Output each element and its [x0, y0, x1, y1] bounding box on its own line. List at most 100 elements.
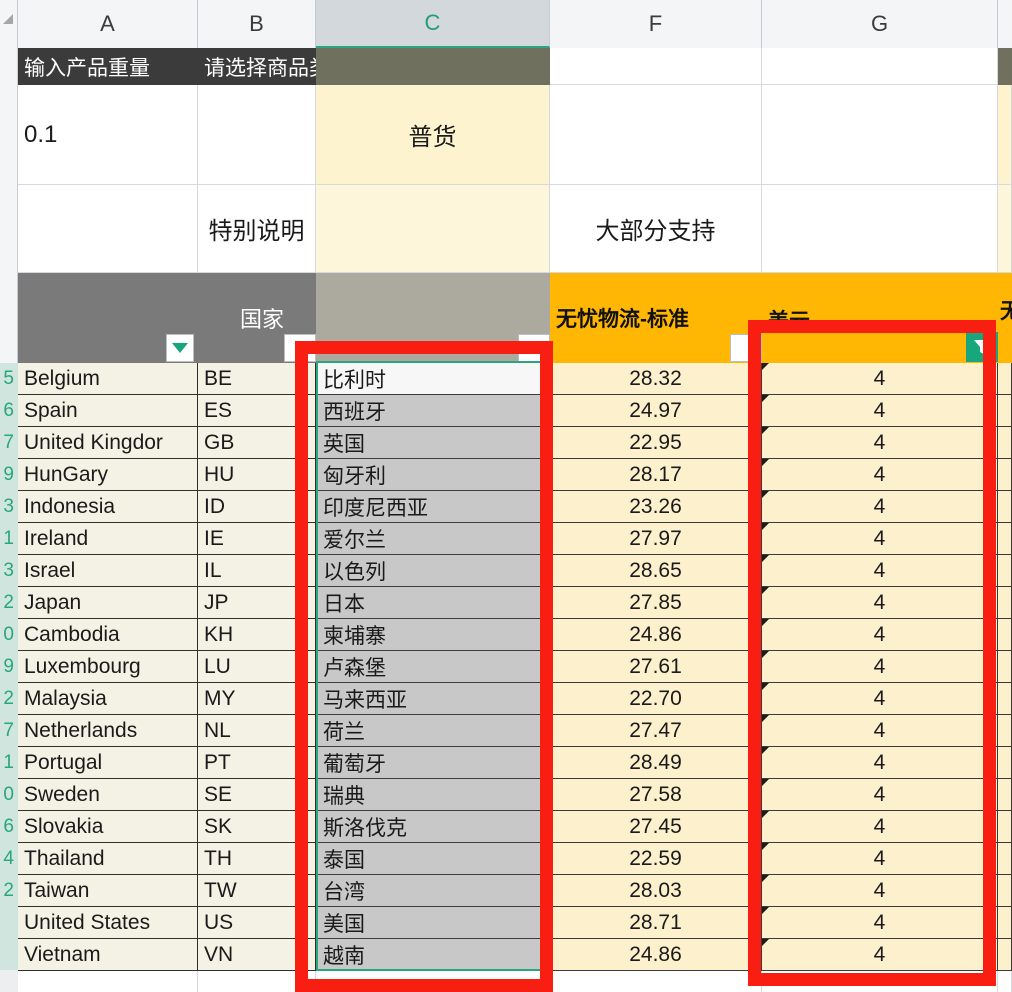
- row-number[interactable]: 7: [0, 715, 16, 747]
- cell-price[interactable]: 27.45: [550, 811, 762, 843]
- banner-value-b[interactable]: [198, 85, 316, 185]
- cell-country-en[interactable]: Netherlands: [18, 715, 198, 747]
- cell-next-col-partial[interactable]: [998, 523, 1012, 555]
- cell-empty-trailing[interactable]: [998, 971, 1012, 992]
- row-number[interactable]: 6: [0, 811, 16, 843]
- cell-country-code[interactable]: PT: [198, 747, 316, 779]
- row-number[interactable]: 3: [0, 491, 16, 523]
- cell-country-cn[interactable]: 印度尼西亚: [316, 491, 550, 523]
- cell-quantity[interactable]: 4: [762, 843, 998, 875]
- cell-quantity[interactable]: 4: [762, 619, 998, 651]
- cell-next-col-partial[interactable]: [998, 747, 1012, 779]
- row-number[interactable]: 2: [0, 587, 16, 619]
- row-number[interactable]: 1: [0, 747, 16, 779]
- cell-price[interactable]: 28.17: [550, 459, 762, 491]
- column-header-c[interactable]: C: [316, 0, 550, 48]
- cell-empty-trailing[interactable]: [550, 971, 762, 992]
- cell-country-cn[interactable]: 斯洛伐克: [316, 811, 550, 843]
- cell-country-en[interactable]: Israel: [18, 555, 198, 587]
- column-header-a[interactable]: A: [18, 0, 198, 48]
- cell-next-col-partial[interactable]: [998, 491, 1012, 523]
- row-number[interactable]: 9: [0, 459, 16, 491]
- cell-price[interactable]: 28.71: [550, 907, 762, 939]
- cell-price[interactable]: 24.97: [550, 395, 762, 427]
- cell-next-col-partial[interactable]: [998, 939, 1012, 971]
- cell-country-code[interactable]: MY: [198, 683, 316, 715]
- cell-quantity[interactable]: 4: [762, 491, 998, 523]
- cell-empty-trailing[interactable]: [198, 971, 316, 992]
- column-header-f[interactable]: F: [550, 0, 762, 48]
- cell-price[interactable]: 24.86: [550, 619, 762, 651]
- cell-quantity[interactable]: 4: [762, 715, 998, 747]
- cell-next-col-partial[interactable]: [998, 395, 1012, 427]
- cell-price[interactable]: 27.85: [550, 587, 762, 619]
- filter-dropdown-button-code[interactable]: [284, 334, 316, 362]
- cell-next-col-partial[interactable]: [998, 907, 1012, 939]
- cell-next-col-partial[interactable]: [998, 363, 1012, 395]
- cell-country-code[interactable]: VN: [198, 939, 316, 971]
- banner-value-f[interactable]: [550, 85, 762, 185]
- row-number[interactable]: 2: [0, 683, 16, 715]
- cell-country-cn[interactable]: 卢森堡: [316, 651, 550, 683]
- cell-next-col-partial[interactable]: [998, 811, 1012, 843]
- filter-dropdown-button-country[interactable]: [166, 334, 194, 362]
- cell-country-en[interactable]: Portugal: [18, 747, 198, 779]
- banner-value-g[interactable]: [762, 85, 998, 185]
- cell-country-cn[interactable]: 以色列: [316, 555, 550, 587]
- row-number[interactable]: 4: [0, 843, 16, 875]
- cell-empty-trailing[interactable]: [762, 971, 998, 992]
- cell-country-en[interactable]: Ireland: [18, 523, 198, 555]
- cell-price[interactable]: 28.65: [550, 555, 762, 587]
- cell-next-col-partial[interactable]: [998, 651, 1012, 683]
- cell-country-en[interactable]: Spain: [18, 395, 198, 427]
- cell-country-cn[interactable]: 比利时: [316, 363, 550, 395]
- cell-country-en[interactable]: Slovakia: [18, 811, 198, 843]
- cell-next-col-partial[interactable]: [998, 875, 1012, 907]
- cell-country-en[interactable]: Belgium: [18, 363, 198, 395]
- weight-input-cell[interactable]: 0.1: [18, 85, 198, 185]
- cell-price[interactable]: 28.49: [550, 747, 762, 779]
- category-select-cell[interactable]: 普货: [316, 85, 550, 185]
- cell-country-cn[interactable]: 美国: [316, 907, 550, 939]
- row-number[interactable]: 1: [0, 523, 16, 555]
- row-number[interactable]: 7: [0, 427, 16, 459]
- cell-next-col-partial[interactable]: [998, 619, 1012, 651]
- note-cell-a[interactable]: [18, 185, 198, 273]
- cell-country-cn[interactable]: 柬埔寨: [316, 619, 550, 651]
- cell-quantity[interactable]: 4: [762, 555, 998, 587]
- horizontal-scroll-stub[interactable]: [0, 970, 18, 992]
- cell-country-cn[interactable]: 西班牙: [316, 395, 550, 427]
- cell-price[interactable]: 27.61: [550, 651, 762, 683]
- row-number[interactable]: 0: [0, 619, 16, 651]
- cell-country-cn[interactable]: 越南: [316, 939, 550, 971]
- cell-country-code[interactable]: NL: [198, 715, 316, 747]
- note-cell-c[interactable]: [316, 185, 550, 273]
- cell-country-code[interactable]: BE: [198, 363, 316, 395]
- cell-quantity[interactable]: 4: [762, 363, 998, 395]
- cell-country-cn[interactable]: 瑞典: [316, 779, 550, 811]
- column-header-b[interactable]: B: [198, 0, 316, 48]
- cell-quantity[interactable]: 4: [762, 683, 998, 715]
- cell-country-code[interactable]: GB: [198, 427, 316, 459]
- cell-country-cn[interactable]: 英国: [316, 427, 550, 459]
- cell-country-en[interactable]: HunGary: [18, 459, 198, 491]
- select-all-corner[interactable]: [0, 0, 18, 48]
- cell-quantity[interactable]: 4: [762, 587, 998, 619]
- cell-next-col-partial[interactable]: [998, 715, 1012, 747]
- cell-country-code[interactable]: ES: [198, 395, 316, 427]
- row-number[interactable]: 9: [0, 651, 16, 683]
- cell-country-code[interactable]: HU: [198, 459, 316, 491]
- cell-quantity[interactable]: 4: [762, 651, 998, 683]
- cell-country-cn[interactable]: 荷兰: [316, 715, 550, 747]
- cell-quantity[interactable]: 4: [762, 907, 998, 939]
- cell-price[interactable]: 23.26: [550, 491, 762, 523]
- cell-country-code[interactable]: SE: [198, 779, 316, 811]
- row-number[interactable]: 3: [0, 555, 16, 587]
- cell-quantity[interactable]: 4: [762, 875, 998, 907]
- filter-dropdown-button-country-cn[interactable]: [518, 334, 550, 362]
- cell-empty-trailing[interactable]: [316, 971, 550, 992]
- cell-country-code[interactable]: SK: [198, 811, 316, 843]
- cell-price[interactable]: 27.47: [550, 715, 762, 747]
- cell-country-cn[interactable]: 日本: [316, 587, 550, 619]
- column-header-next-partial[interactable]: [998, 0, 1012, 48]
